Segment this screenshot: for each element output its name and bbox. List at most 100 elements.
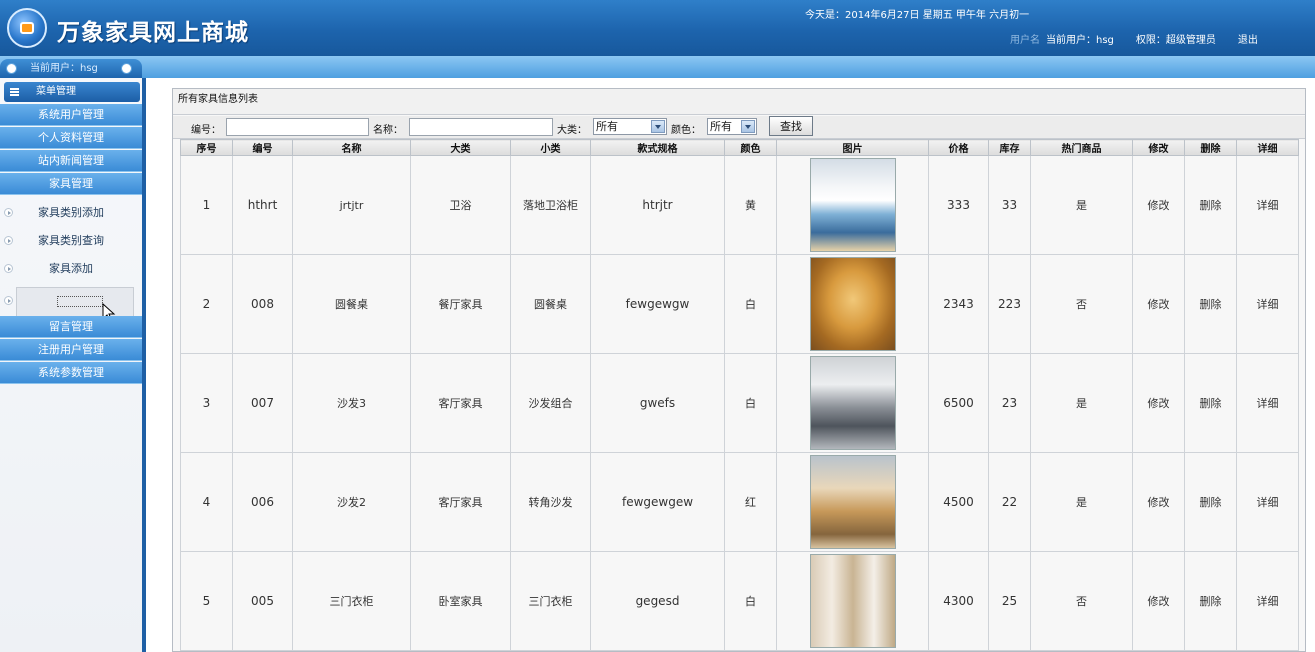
user-tab: 当前用户：hsg: [0, 59, 142, 78]
color-select-value: 所有: [710, 120, 732, 133]
cell-stock: 33: [988, 155, 1031, 255]
sidebar-item-news[interactable]: 站内新闻管理: [0, 150, 142, 172]
cell-detail[interactable]: 详细: [1236, 254, 1299, 354]
column-header-image: 图片: [776, 139, 929, 156]
furniture-thumbnail[interactable]: [809, 257, 896, 351]
cell-category: 卫浴: [410, 155, 511, 255]
column-header-edit: 修改: [1132, 139, 1185, 156]
cell-edit[interactable]: 修改: [1132, 353, 1185, 453]
cell-delete[interactable]: 删除: [1184, 551, 1237, 651]
cell-delete[interactable]: 删除: [1184, 452, 1237, 552]
cell-delete[interactable]: 删除: [1184, 254, 1237, 354]
cell-detail[interactable]: 详细: [1236, 155, 1299, 255]
cell-category: 卧室家具: [410, 551, 511, 651]
cell-stock: 22: [988, 452, 1031, 552]
sidebar-item-profile[interactable]: 个人资料管理: [0, 127, 142, 149]
chevron-down-icon: [741, 120, 755, 133]
cell-category: 客厅家具: [410, 353, 511, 453]
sidebar: 菜单管理 系统用户管理 个人资料管理 站内新闻管理 家具管理 家具类别添加 家具…: [0, 78, 146, 652]
cell-edit[interactable]: 修改: [1132, 452, 1185, 552]
cell-hot: 是: [1030, 353, 1133, 453]
code-input[interactable]: [226, 118, 369, 136]
cell-price: 2343: [928, 254, 989, 354]
app-header: 万象家具网上商城 今天是：2014年6月27日 星期五 甲午年 六月初一 用户名…: [0, 0, 1315, 56]
furniture-thumbnail[interactable]: [809, 554, 896, 648]
category-select-value: 所有: [596, 120, 618, 133]
sidebar-subitem-add-category[interactable]: 家具类别添加: [0, 199, 142, 227]
cell-category: 客厅家具: [410, 452, 511, 552]
cell-edit[interactable]: 修改: [1132, 551, 1185, 651]
cell-edit[interactable]: 修改: [1132, 254, 1185, 354]
cell-delete[interactable]: 删除: [1184, 353, 1237, 453]
app-title: 万象家具网上商城: [57, 19, 249, 46]
cell-code: 005: [232, 551, 293, 651]
search-bar: 编号： 名称： 大类： 所有 颜色： 所有 查找: [173, 116, 1305, 139]
subitem-label: 家具类别添加: [38, 206, 104, 219]
hover-highlight[interactable]: [16, 287, 134, 317]
cell-delete[interactable]: 删除: [1184, 155, 1237, 255]
cell-edit[interactable]: 修改: [1132, 155, 1185, 255]
sidebar-item-furniture[interactable]: 家具管理: [0, 173, 142, 195]
cell-detail[interactable]: 详细: [1236, 551, 1299, 651]
furniture-list-panel: 所有家具信息列表 编号： 名称： 大类： 所有 颜色： 所有 查找 序号 编号 …: [172, 88, 1306, 652]
subitem-label: 家具类别查询: [38, 234, 104, 247]
cell-code: 008: [232, 254, 293, 354]
name-input[interactable]: [409, 118, 553, 136]
color-label: 颜色：: [671, 125, 701, 136]
cell-subcategory: 转角沙发: [510, 452, 591, 552]
cell-stock: 25: [988, 551, 1031, 651]
furniture-table: 序号 编号 名称 大类 小类 款式规格 颜色 图片 价格 库存 热门商品 修改 删除 详细 1 hthrt j…: [180, 139, 1299, 651]
sidebar-item-registered-users[interactable]: 注册用户管理: [0, 339, 142, 361]
subitem-label: 家具添加: [49, 262, 93, 275]
cell-no: 1: [180, 155, 233, 255]
color-select[interactable]: 所有: [707, 118, 757, 135]
cell-name: 沙发2: [292, 452, 411, 552]
cell-color: 黄: [724, 155, 777, 255]
furniture-thumbnail[interactable]: [809, 455, 896, 549]
role-label: 权限：超级管理员: [1135, 35, 1216, 46]
cell-name: jrtjtr: [292, 155, 411, 255]
cell-image: [776, 551, 929, 651]
menu-header[interactable]: 菜单管理: [4, 82, 140, 102]
cell-color: 白: [724, 254, 777, 354]
cell-hot: 是: [1030, 155, 1133, 255]
search-button[interactable]: 查找: [769, 116, 813, 136]
category-select[interactable]: 所有: [593, 118, 667, 135]
cell-subcategory: 沙发组合: [510, 353, 591, 453]
expand-arrow-icon: [4, 236, 13, 245]
cell-spec: fewgewgw: [590, 254, 725, 354]
column-header-stock: 库存: [988, 139, 1031, 156]
column-header-no: 序号: [180, 139, 233, 156]
column-header-name: 名称: [292, 139, 411, 156]
cell-code: 006: [232, 452, 293, 552]
cell-no: 5: [180, 551, 233, 651]
sidebar-subitem-add-furniture[interactable]: 家具添加: [0, 255, 142, 283]
column-header-subcategory: 小类: [510, 139, 591, 156]
cell-name: 三门衣柜: [292, 551, 411, 651]
cell-stock: 23: [988, 353, 1031, 453]
logout-link[interactable]: 退出: [1238, 31, 1258, 46]
cell-name: 沙发3: [292, 353, 411, 453]
table-row: 1 hthrt jrtjtr 卫浴 落地卫浴柜 htrjtr 黄 333 33 是修改 删除 详细: [180, 155, 1299, 255]
sidebar-subitem-query-category[interactable]: 家具类别查询: [0, 227, 142, 255]
furniture-thumbnail[interactable]: [809, 356, 896, 450]
table-row: 2 008 圆餐桌 餐厅家具 圆餐桌 fewgewgw 白 2343 223 否修改 删除 详细: [180, 254, 1299, 354]
cell-image: [776, 155, 929, 255]
chevron-down-icon: [651, 120, 665, 133]
column-header-spec: 款式规格: [590, 139, 725, 156]
cell-price: 4500: [928, 452, 989, 552]
cell-hot: 是: [1030, 452, 1133, 552]
cell-detail[interactable]: 详细: [1236, 452, 1299, 552]
sidebar-item-system-users[interactable]: 系统用户管理: [0, 104, 142, 126]
expand-arrow-icon: [4, 208, 13, 217]
cell-hot: 否: [1030, 551, 1133, 651]
sidebar-item-messages[interactable]: 留言管理: [0, 316, 142, 338]
cell-price: 333: [928, 155, 989, 255]
nav-strip: [0, 56, 1315, 78]
sidebar-item-system-params[interactable]: 系统参数管理: [0, 362, 142, 384]
furniture-thumbnail[interactable]: [809, 158, 896, 252]
cell-name: 圆餐桌: [292, 254, 411, 354]
cell-subcategory: 圆餐桌: [510, 254, 591, 354]
tab-knob-icon: [121, 63, 132, 74]
cell-detail[interactable]: 详细: [1236, 353, 1299, 453]
